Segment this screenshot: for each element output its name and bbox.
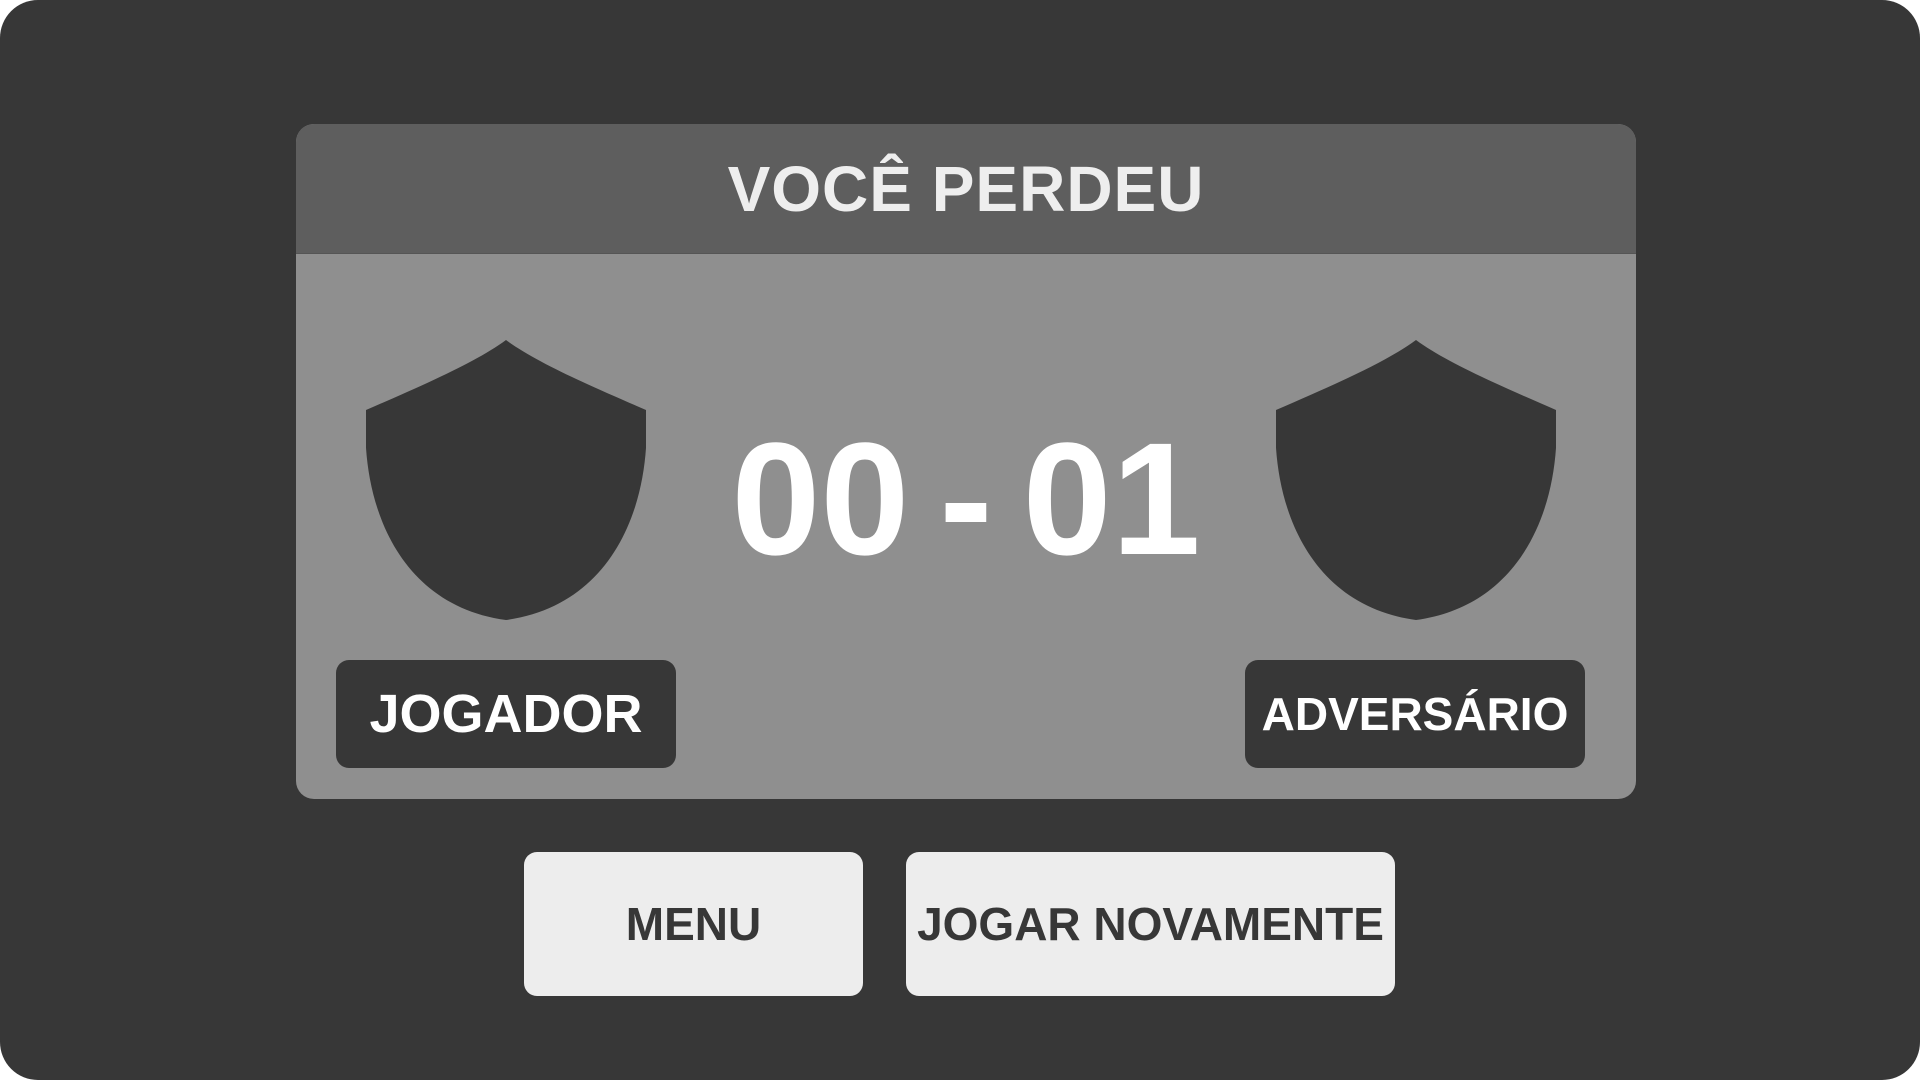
- player-name-tag: JOGADOR: [336, 660, 676, 768]
- opponent-shield-icon-graphic: [1276, 340, 1556, 620]
- game-over-screen: VOCÊ PERDEU 00 - 01 JOGADOR ADVERSÁRIO M…: [0, 0, 1920, 1080]
- player-shield-icon: [366, 340, 646, 620]
- opponent-name-tag: ADVERSÁRIO: [1245, 660, 1585, 768]
- result-title: VOCÊ PERDEU: [727, 152, 1205, 225]
- scoreboard: 00 - 01: [696, 419, 1236, 579]
- menu-button-label: MENU: [625, 898, 762, 950]
- score-separator: -: [939, 409, 993, 588]
- opponent-name-label: ADVERSÁRIO: [1261, 688, 1569, 740]
- player-shield-icon-graphic: [366, 340, 646, 620]
- player-score: 00: [731, 409, 910, 588]
- player-name-label: JOGADOR: [369, 684, 643, 744]
- result-panel: VOCÊ PERDEU 00 - 01 JOGADOR ADVERSÁRIO: [296, 124, 1636, 799]
- opponent-shield-icon: [1276, 340, 1556, 620]
- play-again-button-label: JOGAR NOVAMENTE: [917, 898, 1384, 950]
- opponent-score: 01: [1022, 409, 1201, 588]
- play-again-button[interactable]: JOGAR NOVAMENTE: [906, 852, 1395, 996]
- result-header: VOCÊ PERDEU: [296, 124, 1636, 254]
- menu-button[interactable]: MENU: [524, 852, 863, 996]
